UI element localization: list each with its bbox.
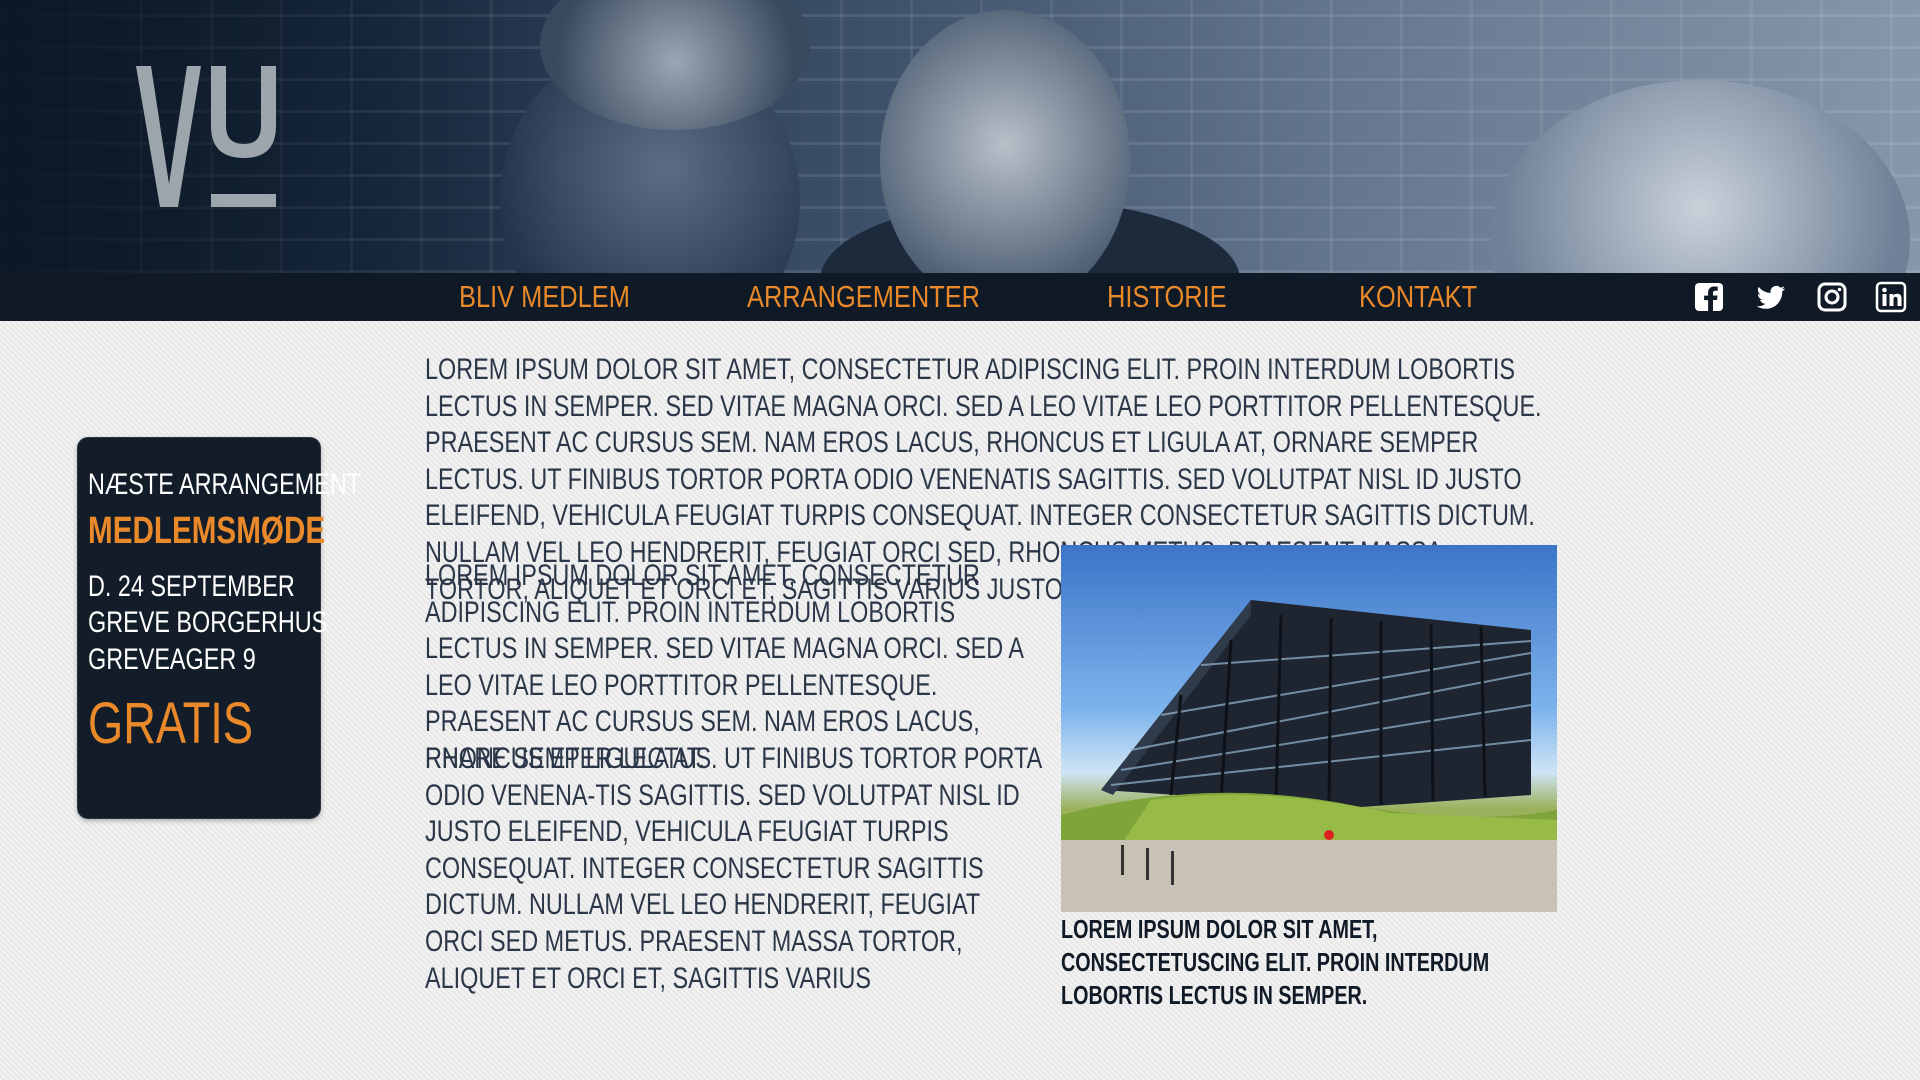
next-event-card[interactable]: NÆSTE ARRANGEMENT MEDLEMSMØDE D. 24 SEPT… — [78, 438, 361, 818]
vu-logo[interactable] — [133, 62, 283, 212]
nav-historie[interactable]: HISTORIE — [1107, 273, 1227, 321]
event-heading: NÆSTE ARRANGEMENT — [88, 468, 362, 501]
hero-header — [0, 0, 1920, 273]
linkedin-icon[interactable] — [1875, 281, 1907, 313]
facebook-icon[interactable] — [1693, 281, 1725, 313]
body-paragraph-2: RNARE SEMPER LECTUS. UT FINIBUS TORTOR P… — [425, 742, 1041, 995]
nav-arrangementer[interactable]: ARRANGEMENTER — [747, 273, 980, 321]
event-price: GRATIS — [88, 691, 254, 756]
photo-caption: LOREM IPSUM DOLOR SIT AMET, CONSECTETUSC… — [1061, 914, 1490, 1010]
event-date: D. 24 SEPTEMBER — [88, 570, 295, 603]
building-photo — [1061, 545, 1557, 912]
main-navigation: BLIV MEDLEM ARRANGEMENTER HISTORIE KONTA… — [0, 273, 1920, 321]
twitter-icon[interactable] — [1755, 281, 1787, 313]
event-title: MEDLEMSMØDE — [88, 510, 326, 552]
nav-kontakt[interactable]: KONTAKT — [1359, 273, 1477, 321]
event-address: GREVEAGER 9 — [88, 643, 256, 676]
event-venue: GREVE BORGERHUS — [88, 606, 328, 639]
building-illustration — [1061, 600, 1557, 912]
instagram-icon[interactable] — [1816, 281, 1848, 313]
nav-bliv-medlem[interactable]: BLIV MEDLEM — [459, 273, 630, 321]
